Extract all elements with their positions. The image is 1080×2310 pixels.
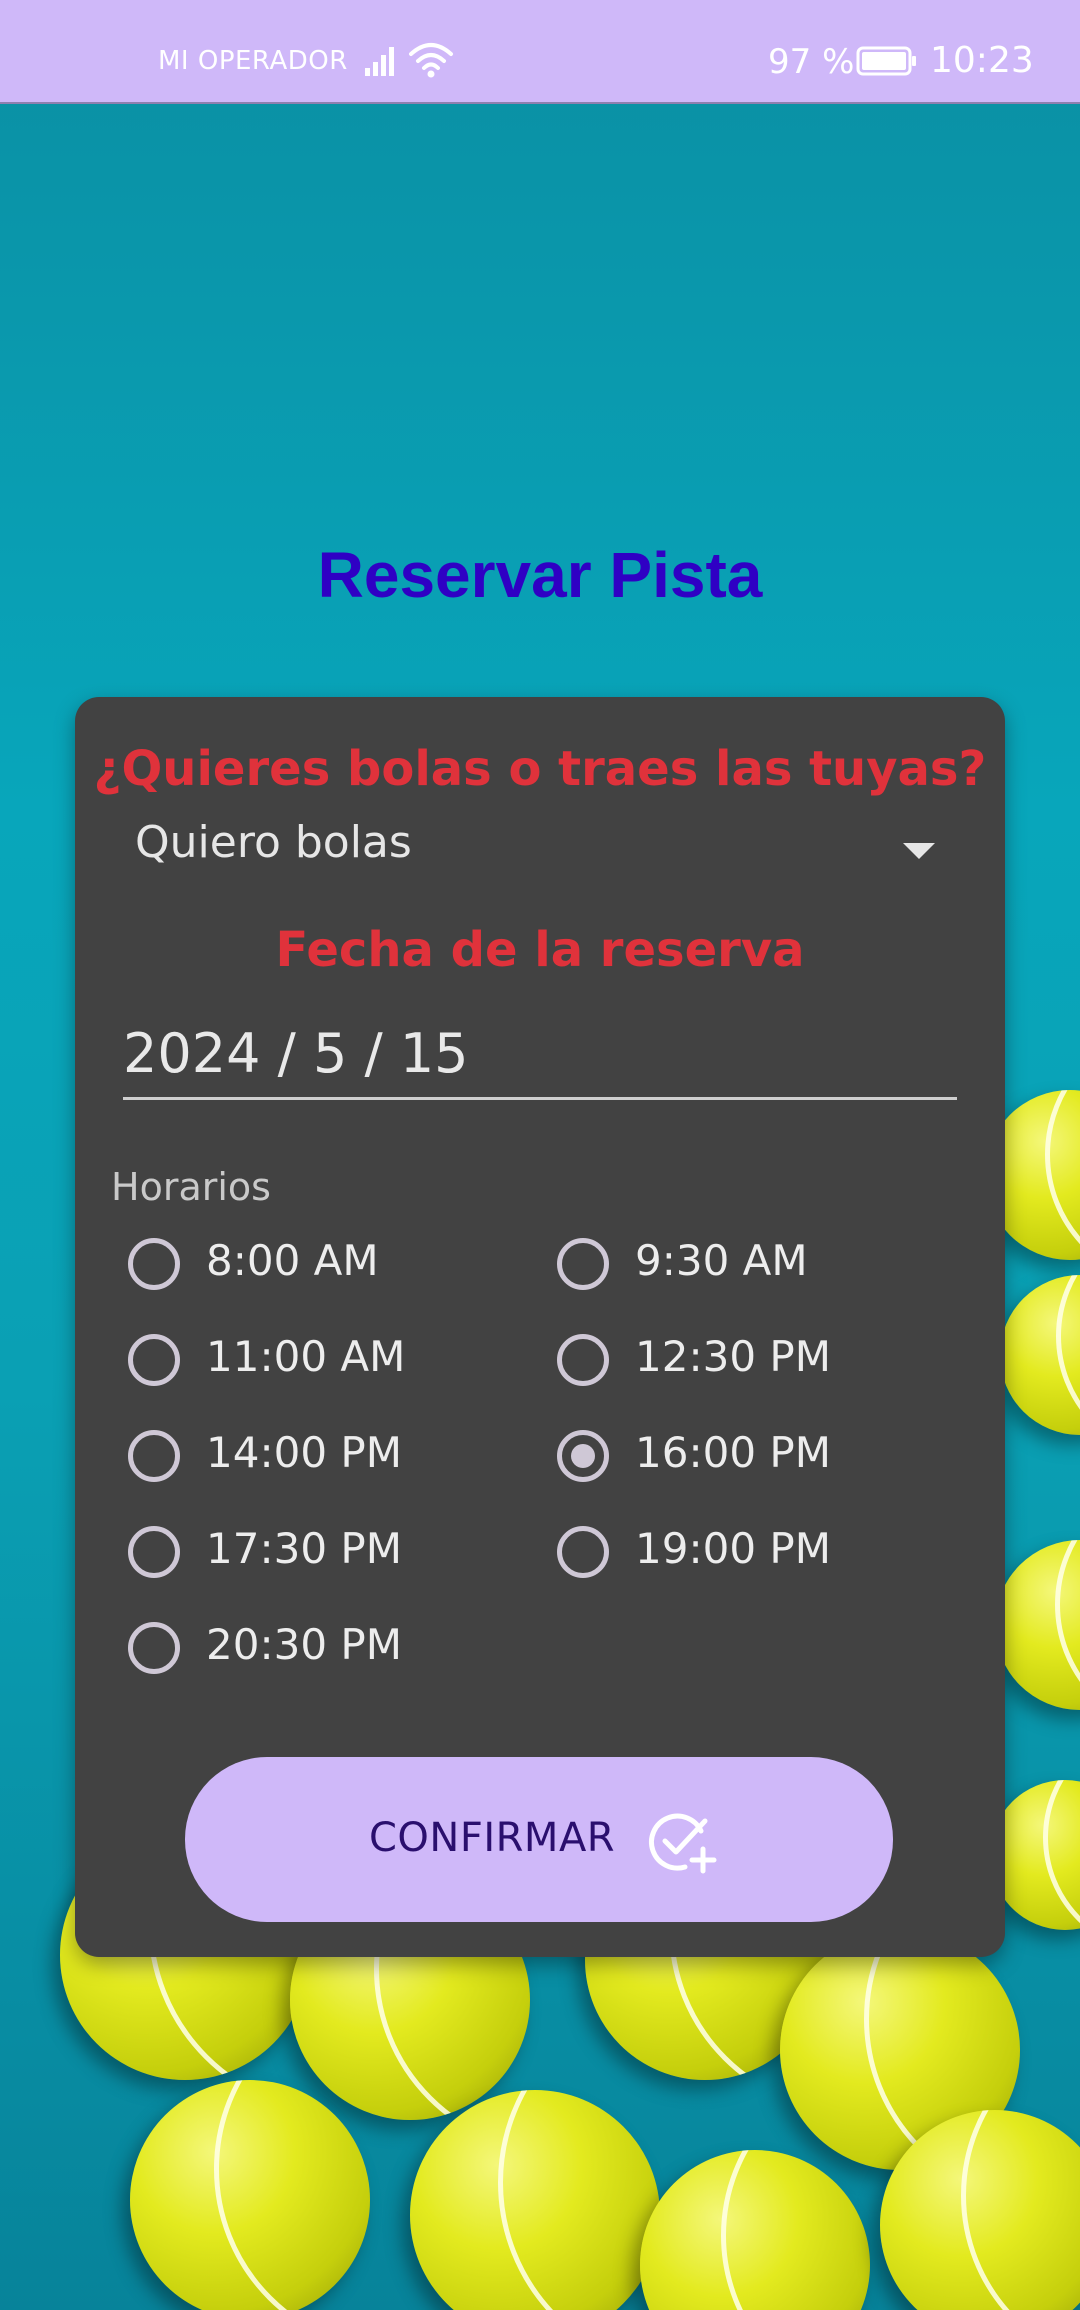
schedule-label: Horarios xyxy=(111,1165,271,1209)
slot-radio-option[interactable]: 8:00 AM xyxy=(128,1232,528,1302)
radio-button[interactable] xyxy=(557,1334,609,1386)
tennis-ball xyxy=(410,2090,660,2310)
battery-percent: 97 % xyxy=(768,42,855,82)
radio-button[interactable] xyxy=(128,1238,180,1290)
slot-radio-option[interactable]: 20:30 PM xyxy=(128,1616,528,1686)
tennis-ball xyxy=(130,2080,370,2310)
confirm-button[interactable]: CONFIRMAR xyxy=(185,1757,893,1922)
slot-label: 8:00 AM xyxy=(206,1236,379,1285)
slot-label: 14:00 PM xyxy=(206,1428,402,1477)
slot-radio-option[interactable]: 9:30 AM xyxy=(557,1232,957,1302)
slot-radio-option[interactable]: 11:00 AM xyxy=(128,1328,528,1398)
carrier-name: MI OPERADOR xyxy=(158,46,348,76)
slot-label: 17:30 PM xyxy=(206,1524,402,1573)
status-bar: MI OPERADOR 97 % 10:23 xyxy=(0,0,1080,104)
slot-radio-option[interactable]: 19:00 PM xyxy=(557,1520,957,1590)
radio-button[interactable] xyxy=(128,1334,180,1386)
date-value: 2024 / 5 / 15 xyxy=(123,1022,469,1085)
slot-label: 9:30 AM xyxy=(635,1236,808,1285)
date-title: Fecha de la reserva xyxy=(275,922,805,978)
radio-button[interactable] xyxy=(128,1430,180,1482)
slot-label: 20:30 PM xyxy=(206,1620,402,1669)
balls-question: ¿Quieres bolas o traes las tuyas? xyxy=(93,741,987,797)
tennis-ball xyxy=(995,1540,1080,1710)
slot-radio-option[interactable]: 16:00 PM xyxy=(557,1424,957,1494)
slot-label: 16:00 PM xyxy=(635,1428,831,1477)
confirm-button-label: CONFIRMAR xyxy=(369,1815,616,1861)
slot-radio-option[interactable]: 12:30 PM xyxy=(557,1328,957,1398)
radio-button[interactable] xyxy=(557,1526,609,1578)
slot-label: 19:00 PM xyxy=(635,1524,831,1573)
tennis-ball xyxy=(1000,1275,1080,1435)
slot-label: 12:30 PM xyxy=(635,1332,831,1381)
wifi-icon xyxy=(409,43,453,78)
signal-icon xyxy=(365,47,394,76)
slot-radio-option[interactable]: 14:00 PM xyxy=(128,1424,528,1494)
tennis-ball xyxy=(640,2150,870,2310)
dropdown-arrow-icon xyxy=(903,843,935,859)
radio-button[interactable] xyxy=(128,1622,180,1674)
page-title: Reservar Pista xyxy=(317,539,763,611)
radio-button[interactable] xyxy=(557,1238,609,1290)
radio-button[interactable] xyxy=(128,1526,180,1578)
booking-card: ¿Quieres bolas o traes las tuyas? Quiero… xyxy=(75,697,1005,1957)
slot-radio-option[interactable]: 17:30 PM xyxy=(128,1520,528,1590)
check-add-icon xyxy=(649,1813,717,1874)
battery-icon xyxy=(856,46,916,76)
date-field[interactable]: 2024 / 5 / 15 xyxy=(123,1022,957,1100)
app-screen: MI OPERADOR 97 % 10:23 Reservar Pista ¿Q… xyxy=(0,0,1080,2310)
clock: 10:23 xyxy=(930,40,1034,81)
balls-dropdown[interactable]: Quiero bolas xyxy=(135,817,935,883)
slot-label: 11:00 AM xyxy=(206,1332,406,1381)
radio-button[interactable] xyxy=(557,1430,609,1482)
balls-dropdown-value: Quiero bolas xyxy=(135,817,412,868)
